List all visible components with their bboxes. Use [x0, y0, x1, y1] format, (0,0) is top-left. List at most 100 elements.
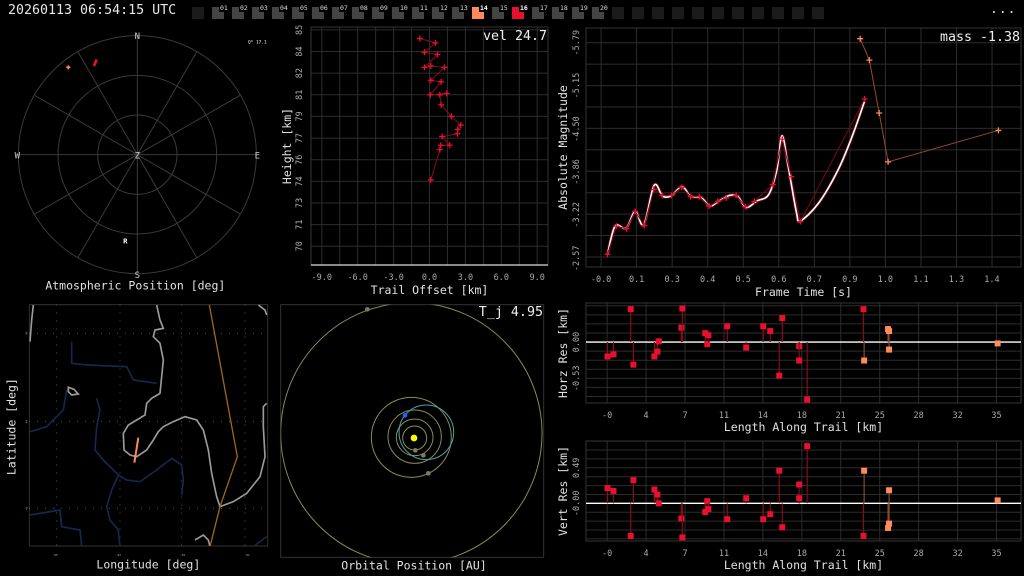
residual-point [743, 495, 750, 502]
y-axis-label: Absolute Magnitude [556, 85, 570, 210]
y-tick-label: -5.15 [572, 73, 582, 99]
x-tick-label: 0.3 [664, 275, 679, 285]
residual-point [760, 516, 767, 523]
q-star-metric: Q* 17.1 [248, 39, 267, 45]
ground-map-panel: -85 -84 -83 -82 45 44 43 Longitude [deg]… [4, 304, 269, 572]
x-tick-label: 0.0 [422, 273, 437, 283]
x-tick-label: 4 [644, 549, 649, 559]
horz_res-chart: -0 4 7 11 14 18 21 25 28 32 35-0.530.00Length Alon… [556, 302, 1022, 434]
x-tick-label: -0 [602, 411, 612, 421]
atmospheric-position-panel: N S E W Z R Q* 17.1 Atmospheric Position… [15, 32, 267, 293]
data-point-marker [876, 110, 883, 117]
north-label: N [135, 32, 140, 42]
dashboard-canvas: N S E W Z R Q* 17.1 Atmospheric Position… [4, 25, 1022, 572]
residual-point [776, 372, 783, 379]
data-point-marker [454, 130, 461, 137]
series-station-16 [604, 95, 868, 258]
lat-tick: 44 [24, 420, 28, 424]
residual-point [760, 323, 767, 330]
polar-title: Atmospheric Position [deg] [45, 279, 225, 293]
y-tick-label: 84 [295, 46, 305, 56]
residual-point [861, 357, 868, 364]
azimuth-spoke [34, 94, 138, 156]
orbit-title: Orbital Position [AU] [341, 558, 486, 572]
x-tick-label: 1.1 [913, 275, 928, 285]
trail-line [607, 98, 866, 255]
lat-tick: 45 [24, 331, 28, 335]
series-station-14 [857, 35, 1002, 165]
residual-point [860, 532, 867, 539]
data-point-marker [885, 158, 892, 165]
azimuth-spoke [136, 51, 198, 155]
residual-point [654, 348, 661, 355]
x-tick-label: 0.4 [700, 275, 715, 285]
x-tick-label: 7 [682, 549, 687, 559]
x-tick-label: 0.9 [842, 275, 857, 285]
azimuth-spoke [136, 154, 198, 258]
residual-point [886, 487, 893, 494]
residual-point [627, 306, 634, 313]
residual-point [796, 495, 803, 502]
data-point-marker [443, 90, 450, 97]
y-tick-label: 76 [295, 155, 305, 165]
lat-tick: 43 [24, 506, 28, 510]
x-tick-label: -0 [602, 549, 612, 559]
x-axis-label: Trail Offset [km] [371, 283, 489, 297]
y-axis-label: Horz Res [km] [556, 308, 570, 398]
y-axis-label: Vert Res [km] [556, 446, 570, 536]
residual-point [630, 477, 637, 484]
trail-line [859, 38, 999, 163]
charts: -9.0 -6.0 -3.0 0.0 3.0 6.0 9.08584828179777674… [280, 25, 1022, 572]
x-tick-label: 35 [991, 411, 1001, 421]
lon-tick: -84 [116, 553, 121, 557]
residual-point [604, 485, 611, 492]
y-tick-label: -2.57 [572, 246, 582, 272]
x-tick-label: 6.0 [494, 273, 509, 283]
x-tick-label: 1.0 [878, 275, 893, 285]
y-tick-label: 81 [295, 90, 305, 100]
residual-point [796, 481, 803, 488]
residual-point [743, 344, 750, 351]
y-tick-label: 82 [295, 68, 305, 78]
data-point-marker [436, 146, 443, 153]
series-station-16 [604, 305, 867, 403]
residual-point [796, 357, 803, 364]
azimuth-spoke [77, 154, 138, 258]
x-tick-label: 32 [952, 411, 962, 421]
azimuth-spoke [137, 94, 241, 156]
series-station-16 [604, 443, 867, 541]
rivers [29, 341, 268, 546]
residual-point [705, 332, 712, 339]
y-tick-label: 74 [295, 176, 305, 186]
vert_res-chart: -0 4 7 11 14 18 21 25 28 32 35-0.000.49Length Alon… [556, 440, 1022, 572]
x-axis-label: Length Along Trail [km] [724, 420, 883, 434]
y-tick-label: 0.49 [572, 458, 582, 478]
residual-point [679, 534, 686, 541]
x-axis-label: Frame Time [s] [755, 285, 852, 299]
x-tick-label: 7 [682, 411, 687, 421]
x-tick-label: 1.3 [949, 275, 964, 285]
fit-curve-shadow [605, 100, 867, 255]
lon-tick: -85 [52, 553, 57, 557]
residual-point [655, 338, 662, 345]
x-tick-label: 0.1 [629, 275, 644, 285]
x-tick-label: -6.0 [347, 273, 367, 283]
residual-point [804, 396, 811, 403]
x-tick-label: 32 [952, 549, 962, 559]
zenith-label: Z [135, 152, 141, 162]
residual-point [779, 524, 786, 531]
residual-point [704, 498, 711, 505]
residual-point [994, 340, 1001, 347]
residual-point [886, 328, 893, 335]
series-fit [605, 100, 867, 255]
residual-point [767, 511, 774, 518]
magnitude-chart: -0.0 0.1 0.3 0.4 0.5 0.6 0.7 0.9 1.0 1.1 1.3 1.4 -5.… [556, 27, 1022, 299]
residual-point [654, 491, 661, 498]
y-tick-label: -0.53 [572, 366, 582, 392]
sun-icon [410, 434, 418, 442]
residual-point [678, 324, 685, 331]
residual-point [724, 516, 731, 523]
orbital-position-panel: T_j 4.95 Orbital Position [AU] [280, 304, 545, 572]
residual-point [610, 351, 617, 358]
x-tick-label: 9.0 [530, 273, 545, 283]
